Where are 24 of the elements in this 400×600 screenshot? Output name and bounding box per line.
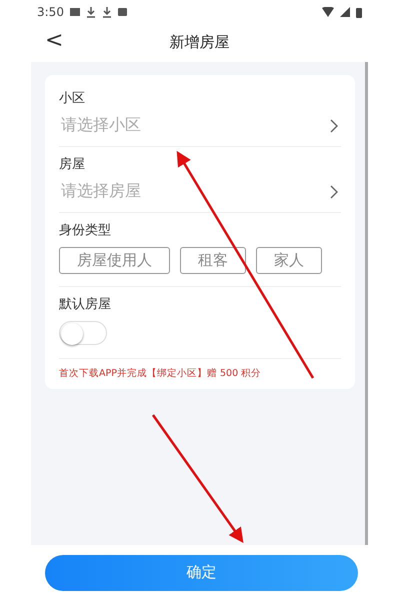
field-label: 身份类型 [59,222,111,239]
image-icon [70,7,80,17]
option-button[interactable]: 房屋使用人 [59,247,170,274]
battery-icon [356,6,362,18]
toggle-switch[interactable] [59,321,107,345]
notification-icon [118,7,128,17]
select-field[interactable]: 请选择小区 [59,115,341,136]
option-button[interactable]: 家人 [256,247,322,274]
download-icon [86,6,96,18]
chevron-right-icon [329,118,339,132]
wifi-icon [322,7,334,17]
chevron-right-icon [329,184,339,198]
field-label: 小区 [59,90,85,107]
select-field[interactable]: 请选择房屋 [59,181,341,202]
status-time: 3:50 [37,5,64,19]
notice-text: 首次下载APP并完成【绑定小区】赠 500 积分 [59,367,262,381]
signal-icon [340,7,350,17]
page-title: 新增房屋 [170,32,230,52]
download-icon [102,6,112,18]
field-label: 默认房屋 [59,296,111,313]
confirm-button[interactable]: 确定 [45,554,358,590]
field-label: 房屋 [59,156,85,173]
option-button[interactable]: 租客 [180,247,246,274]
back-button[interactable]: < [41,28,68,53]
